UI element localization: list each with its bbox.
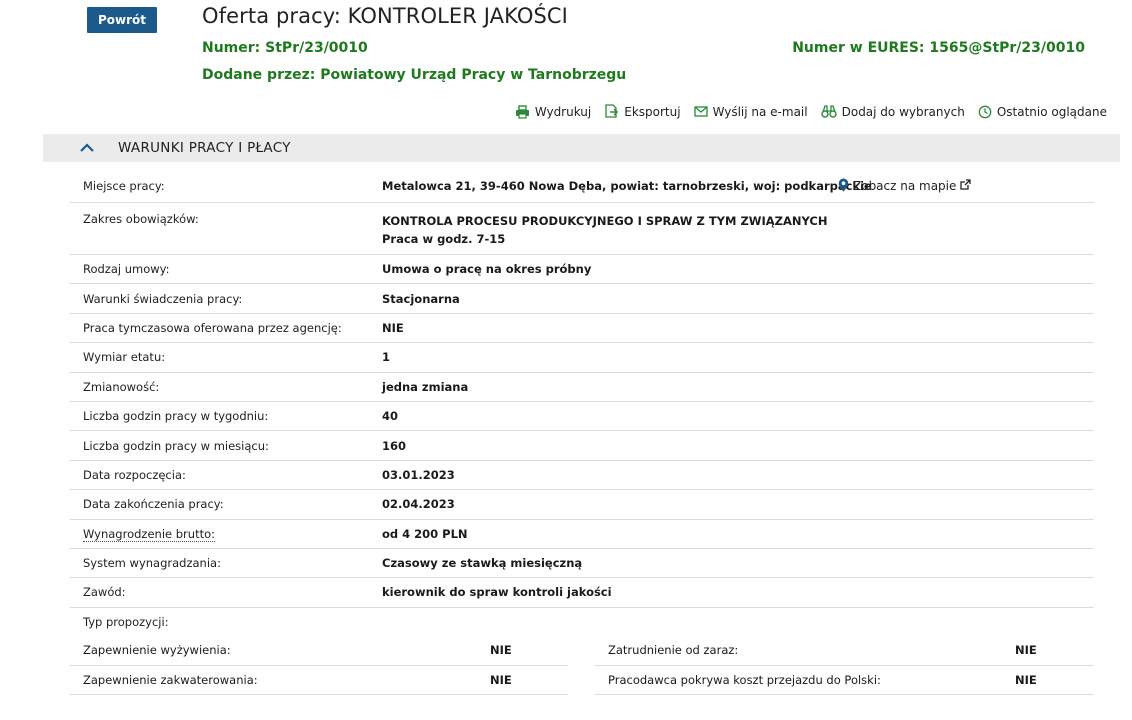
details-table: Miejsce pracy: Metalowca 21, 39-460 Nowa…: [70, 170, 1094, 636]
detail-row: Data zakończenia pracy: 02.04.2023: [70, 490, 1094, 520]
clock-icon: [978, 105, 992, 119]
detail-label: Zakres obowiązków:: [83, 212, 199, 226]
detail-value: 40: [382, 409, 399, 424]
external-link-icon: [960, 179, 972, 193]
detail-label: Zawód:: [83, 585, 126, 600]
print-label: Wydrukuj: [534, 104, 592, 119]
proposal-cell-housing: Zapewnienie zakwaterowania: NIE: [70, 666, 568, 695]
detail-label: Miejsce pracy:: [83, 179, 165, 193]
map-link-label: Zobacz na mapie: [853, 179, 957, 193]
proposal-cell-travel: Pracodawca pokrywa koszt przejazdu do Po…: [595, 666, 1094, 695]
eures-number-value: 1565@StPr/23/0010: [929, 40, 1085, 56]
detail-value: Metalowca 21, 39-460 Nowa Dęba, powiat: …: [382, 179, 872, 193]
proposal-row: Zapewnienie wyżywienia: NIE Zatrudnienie…: [70, 636, 1094, 666]
detail-label: Data rozpoczęcia:: [83, 467, 186, 482]
salary-abbr[interactable]: Wynagrodzenie brutto:: [83, 526, 215, 542]
detail-value: Czasowy ze stawką miesięczną: [382, 556, 583, 571]
map-link[interactable]: Zobacz na mapie: [838, 178, 972, 195]
back-button[interactable]: Powrót: [87, 7, 157, 33]
proposal-row: Zapewnienie zakwaterowania: NIE Pracodaw…: [70, 666, 1094, 695]
added-by-value: Powiatowy Urząd Pracy w Tarnobrzegu: [320, 67, 627, 83]
section-header[interactable]: WARUNKI PRACY I PŁACY: [43, 134, 1120, 162]
detail-label: Zmianowość:: [83, 379, 160, 394]
proposal-label: Zapewnienie wyżywienia:: [83, 643, 231, 658]
email-action[interactable]: Wyślij na e-mail: [693, 104, 808, 119]
chevron-up-icon[interactable]: [79, 139, 97, 157]
detail-label: Data zakończenia pracy:: [83, 497, 224, 512]
proposal-label: Zatrudnienie od zaraz:: [608, 643, 739, 658]
duties-line: Praca w godz. 7-15: [382, 232, 506, 246]
detail-value: kierownik do spraw kontroli jakości: [382, 585, 612, 600]
detail-row-place: Miejsce pracy: Metalowca 21, 39-460 Nowa…: [70, 170, 1094, 203]
detail-row: Rodzaj umowy: Umowa o pracę na okres prób…: [70, 255, 1094, 285]
detail-row: Zmianowość: jedna zmiana: [70, 373, 1094, 402]
detail-value: 02.04.2023: [382, 497, 455, 512]
proposal-cell-immediate: Zatrudnienie od zaraz: NIE: [595, 636, 1094, 666]
detail-value: 160: [382, 438, 407, 453]
detail-label: Praca tymczasowa oferowana przez agencję…: [83, 320, 342, 335]
email-label: Wyślij na e-mail: [712, 104, 808, 119]
detail-row: Data rozpoczęcia: 03.01.2023: [70, 461, 1094, 491]
favorites-label: Dodaj do wybranych: [841, 104, 965, 119]
detail-row: Zawód: kierownik do spraw kontroli jakośc…: [70, 578, 1094, 608]
detail-value: Stacjonarna: [382, 291, 460, 306]
offer-number: Numer: StPr/23/0010: [202, 40, 368, 56]
proposal-value: NIE: [490, 643, 512, 658]
export-label: Eksportuj: [624, 104, 681, 119]
detail-label: Liczba godzin pracy w tygodniu:: [83, 409, 269, 424]
offer-number-label: Numer:: [202, 40, 261, 56]
detail-row: Wynagrodzenie brutto: od 4 200 PLN: [70, 520, 1094, 549]
print-action[interactable]: Wydrukuj: [515, 104, 591, 119]
proposal-cell-food: Zapewnienie wyżywienia: NIE: [70, 636, 568, 666]
action-toolbar: Wydrukuj Eksportuj Wyślij na e-mail Doda…: [515, 104, 1107, 119]
section-title: WARUNKI PRACY I PŁACY: [118, 140, 291, 156]
detail-label: Rodzaj umowy:: [83, 262, 170, 277]
detail-label: Wynagrodzenie brutto:: [70, 526, 382, 542]
detail-value: Umowa o pracę na okres próbny: [382, 262, 592, 277]
detail-value: 1: [382, 350, 391, 365]
eures-number: Numer w EURES: 1565@StPr/23/0010: [792, 40, 1085, 56]
detail-row: System wynagradzania: Czasowy ze stawką m…: [70, 549, 1094, 579]
detail-label: System wynagradzania:: [83, 556, 221, 571]
duties-line: KONTROLA PROCESU PRODUKCYJNEGO I SPRAW Z…: [382, 214, 828, 228]
map-pin-icon: [838, 178, 849, 195]
detail-row: Liczba godzin pracy w miesiącu: 160: [70, 431, 1094, 461]
page-title: Oferta pracy: KONTROLER JAKOŚCI: [202, 4, 568, 28]
detail-label: Typ propozycji:: [83, 614, 169, 629]
proposal-label: Pracodawca pokrywa koszt przejazdu do Po…: [608, 672, 881, 687]
added-by: Dodane przez: Powiatowy Urząd Pracy w Ta…: [202, 67, 626, 83]
detail-label: Wymiar etatu:: [83, 350, 166, 365]
eures-number-label: Numer w EURES:: [792, 40, 925, 56]
detail-row: Wymiar etatu: 1: [70, 343, 1094, 373]
proposal-label: Zapewnienie zakwaterowania:: [83, 672, 258, 687]
proposal-value: NIE: [1015, 643, 1037, 658]
offer-number-value: StPr/23/0010: [265, 40, 368, 56]
added-by-label: Dodane przez:: [202, 67, 316, 83]
favorites-action[interactable]: Dodaj do wybranych: [820, 104, 965, 119]
detail-row-duties: Zakres obowiązków: KONTROLA PROCESU PROD…: [70, 203, 1094, 255]
detail-label: Liczba godzin pracy w miesiącu:: [83, 438, 269, 453]
envelope-icon: [693, 106, 708, 117]
printer-icon: [515, 104, 530, 119]
recently-viewed-label: Ostatnio oglądane: [996, 104, 1107, 119]
detail-value: KONTROLA PROCESU PRODUKCYJNEGO I SPRAW Z…: [382, 212, 1094, 254]
binoculars-icon: [820, 105, 837, 118]
detail-row-proposal-type: Typ propozycji:: [70, 608, 1094, 636]
detail-row: Liczba godzin pracy w tygodniu: 40: [70, 402, 1094, 432]
proposal-table: Zapewnienie wyżywienia: NIE Zatrudnienie…: [70, 636, 1094, 695]
detail-row: Praca tymczasowa oferowana przez agencję…: [70, 314, 1094, 344]
detail-value: od 4 200 PLN: [382, 526, 468, 541]
proposal-value: NIE: [490, 672, 512, 687]
detail-label: Warunki świadczenia pracy:: [83, 291, 243, 306]
detail-value: 03.01.2023: [382, 467, 455, 482]
export-icon: [604, 104, 619, 119]
recently-viewed-action[interactable]: Ostatnio oglądane: [978, 104, 1107, 119]
detail-value: NIE: [382, 320, 404, 335]
detail-row: Warunki świadczenia pracy: Stacjonarna: [70, 284, 1094, 314]
proposal-value: NIE: [1015, 672, 1037, 687]
export-action[interactable]: Eksportuj: [604, 104, 681, 119]
detail-value: jedna zmiana: [382, 379, 469, 394]
